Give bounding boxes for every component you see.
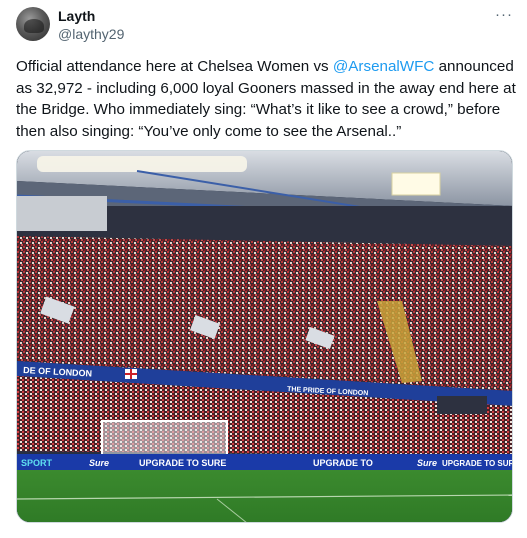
- ad-text-1: SPORT: [21, 458, 53, 468]
- tweet-text: Official attendance here at Chelsea Wome…: [16, 56, 516, 142]
- england-flag-cross-v: [130, 369, 132, 379]
- ad-text-6: UPGRADE TO SURE: [442, 459, 513, 468]
- dugout: [437, 396, 487, 414]
- author-display-name[interactable]: Layth: [58, 8, 124, 25]
- executive-box: [17, 196, 107, 231]
- mention-link[interactable]: @ArsenalWFC: [333, 58, 435, 75]
- author-block: Layth @laythy29: [58, 8, 124, 43]
- roof-light-strip: [37, 156, 247, 172]
- ad-text-2: Sure: [89, 458, 109, 468]
- stadium-photo: DE OF LONDON THE PRIDE OF LONDON SPORT S…: [17, 151, 513, 522]
- tweet-text-part1: Official attendance here at Chelsea Wome…: [16, 58, 333, 75]
- floodlight-right: [391, 172, 441, 196]
- ad-text-4: UPGRADE TO: [313, 458, 373, 468]
- tweet-photo[interactable]: DE OF LONDON THE PRIDE OF LONDON SPORT S…: [16, 150, 513, 523]
- avatar[interactable]: [16, 7, 50, 41]
- tweet-card: Layth @laythy29 ··· Official attendance …: [0, 0, 527, 538]
- ad-text-3: UPGRADE TO SURE: [139, 458, 226, 468]
- ad-text-5: Sure: [417, 458, 437, 468]
- more-options-icon[interactable]: ···: [495, 6, 513, 23]
- goal-net: [101, 420, 228, 457]
- author-handle[interactable]: @laythy29: [58, 25, 124, 43]
